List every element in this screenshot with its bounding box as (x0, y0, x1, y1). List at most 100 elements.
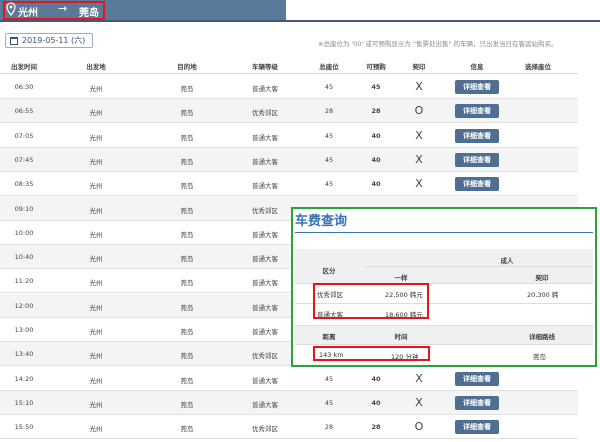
depart-time: 09:10 (14, 204, 34, 213)
origin: 光州 (89, 133, 103, 142)
total-seats: 28 (324, 423, 334, 432)
bus-class: 普通大客 (252, 255, 278, 264)
total-seats: 45 (324, 131, 334, 140)
table-row: 08:35 光州 莞岛 普通大客 45 40 X 详细查看 (0, 172, 578, 197)
available-seats: 28 (371, 423, 381, 432)
depart-time: 08:35 (14, 180, 34, 189)
total-seats: 45 (324, 180, 334, 189)
destination: 莞岛 (180, 133, 194, 142)
contract-mark: X (415, 395, 423, 409)
origin: 光州 (89, 182, 103, 191)
contract-mark: X (415, 177, 423, 191)
available-seats: 28 (371, 107, 381, 116)
bus-class: 普通大客 (252, 400, 278, 409)
origin: 光州 (89, 425, 103, 434)
detail-view-button[interactable]: 详细查看 (455, 80, 499, 94)
header-available: 可预购 (366, 63, 386, 71)
bus-class: 普通大客 (252, 85, 278, 93)
contract-mark: X (415, 128, 423, 142)
depart-time: 07:05 (14, 131, 34, 140)
origin: 光州 (89, 376, 103, 385)
table-header: 出发时间 出发地 目的地 车辆等级 总座位 可预购 契印 信息 选择座位 (0, 57, 578, 74)
origin: 光州 (89, 230, 103, 239)
origin: 光州 (89, 255, 103, 264)
header-select-seat: 选择座位 (525, 63, 551, 71)
arrow-right-icon: → (58, 2, 68, 15)
detail-view-button[interactable]: 详细查看 (455, 371, 499, 386)
location-pin-icon (6, 2, 16, 16)
depart-time: 15:50 (14, 423, 34, 432)
available-seats: 40 (371, 131, 381, 140)
origin: 光州 (89, 400, 103, 409)
date-picker-button[interactable]: 2019-05-11 (六) (5, 33, 93, 48)
depart-time: 06:55 (14, 107, 34, 116)
detail-view-button[interactable]: 详细查看 (455, 128, 499, 143)
contract-mark: X (415, 152, 423, 166)
fare-col-category: 区分 (322, 267, 336, 275)
bus-class: 普通大客 (252, 230, 278, 239)
table-row: 06:30 光州 莞岛 普通大客 45 45 X 详细查看 (0, 75, 578, 99)
detail-view-button[interactable]: 详细查看 (455, 152, 499, 167)
depart-time: 11:20 (14, 277, 34, 286)
bus-class: 普通大客 (252, 133, 278, 142)
fare-col-general: 一样 (394, 274, 408, 282)
header-destination: 目的地 (177, 63, 197, 71)
origin: 光州 (89, 328, 103, 336)
total-seats: 45 (324, 398, 334, 407)
header-bus-class: 车辆等级 (252, 63, 278, 71)
route-from: 光州 (18, 8, 38, 19)
total-seats: 45 (324, 155, 334, 164)
depart-time: 12:00 (14, 301, 34, 310)
fare-col-adult: 成人 (500, 257, 514, 265)
destination: 莞岛 (180, 230, 194, 239)
detail-view-button[interactable]: 详细查看 (455, 420, 499, 435)
detail-view-button[interactable]: 详细查看 (455, 104, 499, 119)
popup-title: 车费查询 (295, 214, 348, 229)
header-origin: 出发地 (86, 63, 106, 71)
destination: 莞岛 (180, 352, 194, 361)
depart-time: 10:40 (14, 253, 34, 262)
route-detail: 莞岛 (533, 353, 546, 361)
total-seats: 45 (324, 83, 334, 91)
bus-class: 优秀郊区 (252, 109, 278, 118)
table-row: 14:20 光州 莞岛 普通大客 45 40 X 详细查看 (0, 367, 578, 391)
header-total-seats: 总座位 (319, 63, 339, 71)
route-col-distance: 距离 (322, 333, 336, 341)
detail-view-button[interactable]: 详细查看 (455, 395, 499, 410)
origin: 光州 (89, 279, 103, 288)
header-contract: 契印 (412, 63, 426, 71)
destination: 莞岛 (180, 182, 194, 191)
table-row: 15:10 光州 莞岛 普通大客 45 40 X 详细查看 (0, 390, 578, 415)
origin: 光州 (89, 85, 103, 93)
depart-time: 07:45 (14, 155, 34, 164)
destination: 莞岛 (180, 157, 194, 166)
contract-mark: O (414, 104, 424, 118)
depart-time: 13:40 (14, 350, 34, 359)
detail-view-button[interactable]: 详细查看 (455, 177, 499, 192)
route-col-time: 时间 (394, 333, 408, 341)
bus-class: 优秀郊区 (252, 352, 278, 361)
bus-class: 优秀郊区 (252, 206, 278, 215)
available-seats: 45 (371, 83, 381, 91)
calendar-icon (10, 37, 18, 45)
destination: 莞岛 (180, 85, 194, 93)
fare-inquiry-popup: 车费查询 区分 成人 一样 契印 优秀郊区 22,500 韩元 20,300 韩… (291, 207, 597, 367)
bus-class: 普通大客 (252, 303, 278, 312)
header-depart-time: 出发时间 (11, 63, 37, 71)
origin: 光州 (89, 303, 103, 312)
destination: 莞岛 (180, 376, 194, 385)
bus-class: 普通大客 (252, 182, 278, 191)
destination: 莞岛 (180, 400, 194, 409)
available-seats: 40 (371, 155, 381, 164)
table-row: 07:45 光州 莞岛 普通大客 45 40 X 详细查看 (0, 147, 578, 172)
depart-time: 10:00 (14, 228, 34, 237)
table-row: 15:50 光州 莞岛 优秀郊区 28 28 O 详细查看 (0, 415, 578, 440)
fare-contract-1: 20,300 韩 (527, 291, 559, 299)
depart-time: 15:10 (14, 398, 34, 407)
bus-class: 优秀郊区 (252, 425, 278, 434)
route-to: 莞岛 (79, 8, 99, 19)
depart-time: 06:30 (14, 83, 34, 91)
destination: 莞岛 (180, 328, 194, 336)
depart-time: 13:00 (14, 326, 34, 334)
notice-text: ※总座位为 '00' 或可预购显示为 "售票处出售" 的车辆，只出发当日在客运站… (318, 40, 558, 48)
